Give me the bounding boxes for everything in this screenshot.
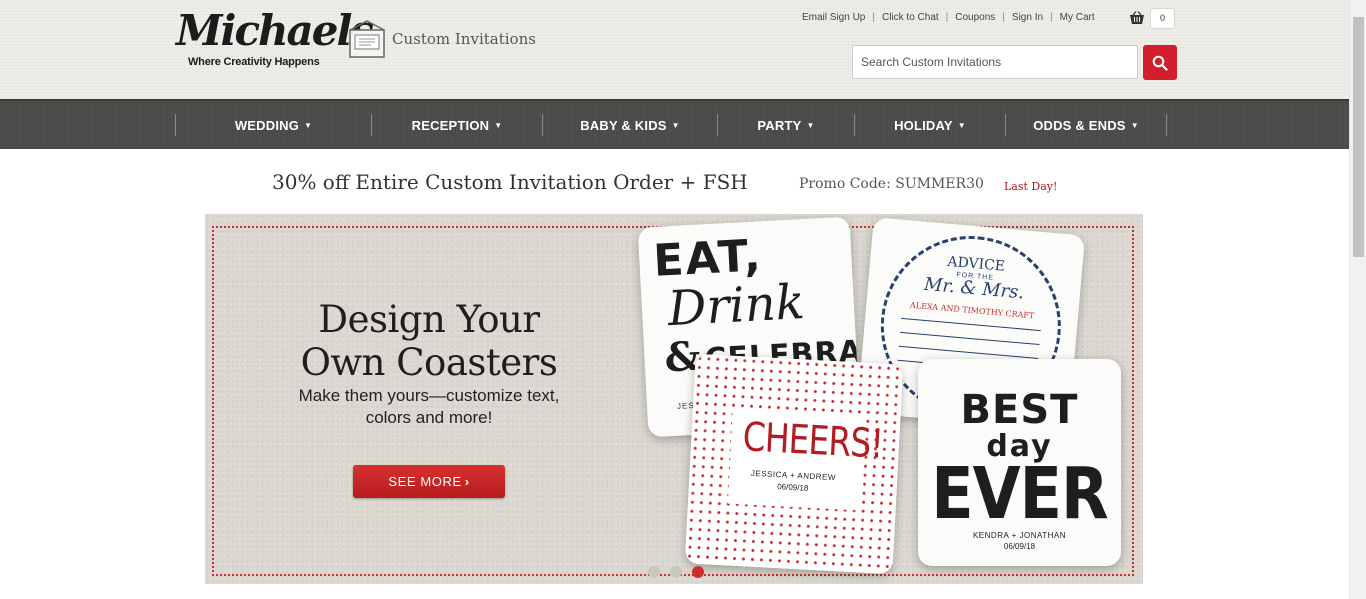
nav-item-holiday[interactable]: HOLIDAY ▼: [855, 101, 1005, 149]
coaster-text: 06/09/18: [1003, 542, 1036, 551]
chevron-right-icon: ›: [464, 474, 470, 489]
carousel-dots: [648, 566, 704, 578]
search-input[interactable]: [852, 45, 1138, 79]
coaster-cheers: CHEERS! JESSICA + ANDREW 06/09/18: [684, 353, 904, 575]
hero-subtitle-line: colors and more!: [365, 408, 493, 427]
nav-item-wedding[interactable]: WEDDING ▼: [176, 101, 371, 149]
nav-label: ODDS & ENDS: [1033, 117, 1126, 133]
caret-down-icon: ▼: [1130, 120, 1139, 130]
caret-down-icon: ▼: [671, 120, 680, 130]
cart-basket-icon[interactable]: [1129, 11, 1145, 25]
cart-count-badge[interactable]: 0: [1150, 8, 1175, 29]
link-separator: |: [1002, 12, 1005, 23]
scrollbar-thumb[interactable]: [1353, 17, 1364, 257]
utility-links: Email Sign Up | Click to Chat | Coupons | Sign…: [802, 12, 1095, 23]
email-signup-link[interactable]: Email Sign Up: [802, 12, 865, 23]
caret-down-icon: ▼: [806, 120, 815, 130]
nav-item-reception[interactable]: RECEPTION ▼: [372, 101, 542, 149]
invitation-envelope-icon: [349, 20, 385, 58]
hero-banner[interactable]: Design Your Own Coasters Make them yours…: [205, 214, 1143, 584]
promo-urgency: Last Day!: [1004, 180, 1058, 193]
michaels-logo[interactable]: Michaels Where Creativity Happens: [176, 8, 374, 72]
caret-down-icon: ▼: [304, 120, 313, 130]
coaster-text: CHEERS!: [741, 414, 884, 468]
nav-label: RECEPTION: [411, 117, 490, 133]
carousel-dot-2[interactable]: [670, 566, 682, 578]
see-more-button[interactable]: SEE MORE ›: [353, 465, 505, 498]
nav-item-party[interactable]: PARTY ▼: [718, 101, 854, 149]
nav-label: BABY & KIDS: [580, 117, 667, 133]
coaster-text: KENDRA + JONATHAN: [972, 531, 1067, 540]
coupons-link[interactable]: Coupons: [955, 12, 995, 23]
search-icon: [1152, 55, 1168, 71]
nav-label: HOLIDAY: [894, 117, 953, 133]
nav-item-odds-ends[interactable]: ODDS & ENDS ▼: [1006, 101, 1166, 149]
nav-label: WEDDING: [234, 117, 300, 133]
hero-subtitle-line: Make them yours—customize text,: [298, 386, 560, 405]
promo-headline: 30% off Entire Custom Invitation Order +…: [272, 170, 748, 194]
carousel-dot-1[interactable]: [648, 566, 660, 578]
link-separator: |: [1050, 12, 1053, 23]
caret-down-icon: ▼: [957, 120, 966, 130]
coaster-text: EVER: [931, 451, 1108, 536]
my-cart-link[interactable]: My Cart: [1060, 12, 1095, 23]
logo-wordmark: Michaels: [176, 6, 374, 55]
main-nav: WEDDING ▼ RECEPTION ▼ BABY & KIDS ▼ PARTY ▼ …: [0, 99, 1349, 149]
logo-tagline: Where Creativity Happens: [188, 56, 320, 68]
hero-subtitle: Make them yours—customize text, colors a…: [275, 385, 583, 429]
link-separator: |: [872, 12, 875, 23]
site-header: Michaels Where Creativity Happens Custom…: [0, 0, 1349, 99]
section-label: Custom Invitations: [392, 30, 536, 48]
coaster-best-day-ever: BEST day EVER KENDRA + JONATHAN 06/09/18: [918, 359, 1121, 566]
nav-item-baby-kids[interactable]: BABY & KIDS ▼: [543, 101, 717, 149]
carousel-dot-3[interactable]: [692, 566, 704, 578]
click-to-chat-link[interactable]: Click to Chat: [882, 12, 939, 23]
hero-title-line: Design Your: [318, 298, 540, 341]
coaster-text: BEST: [960, 387, 1079, 433]
coaster-label-card: CHEERS! JESSICA + ANDREW 06/09/18: [727, 407, 884, 511]
search-button[interactable]: [1143, 45, 1177, 80]
link-separator: |: [945, 12, 949, 23]
see-more-label: SEE MORE: [388, 474, 462, 489]
hero-title-line: Own Coasters: [300, 341, 558, 384]
hero-title: Design Your Own Coasters: [225, 298, 633, 384]
page-scrollbar[interactable]: [1349, 0, 1366, 599]
sign-in-link[interactable]: Sign In: [1012, 12, 1043, 23]
nav-label: PARTY: [757, 117, 802, 133]
nav-divider: [1166, 114, 1167, 136]
coaster-text: Drink: [666, 274, 807, 338]
caret-down-icon: ▼: [494, 120, 503, 130]
promo-code: Promo Code: SUMMER30: [799, 176, 984, 192]
